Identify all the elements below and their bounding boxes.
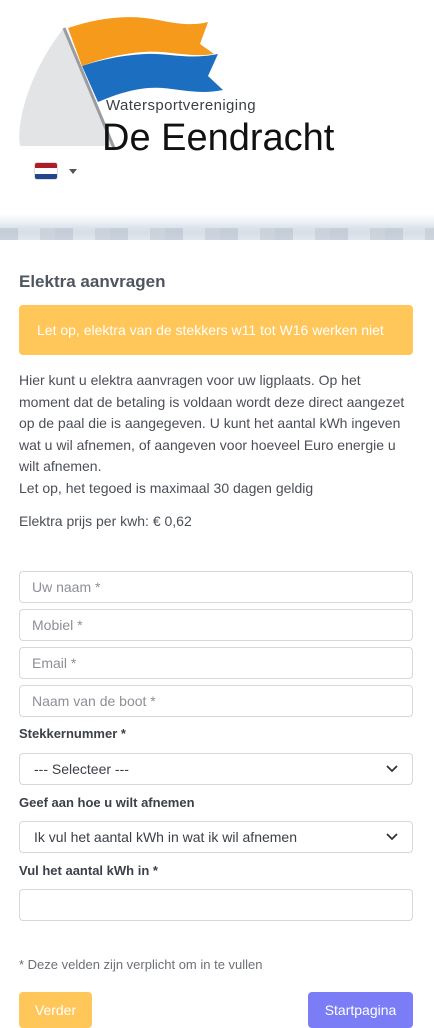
mobile-input[interactable] <box>19 609 413 641</box>
chevron-down-icon <box>386 765 398 773</box>
next-button[interactable]: Verder <box>19 992 92 1028</box>
validity-note: Let op, het tegoed is maximaal 30 dagen … <box>19 479 314 496</box>
page-title: Elektra aanvragen <box>19 272 166 291</box>
boat-name-input[interactable] <box>19 685 413 717</box>
mode-label: Geef aan hoe u wilt afnemen <box>19 795 195 810</box>
email-input[interactable] <box>19 647 413 679</box>
language-selector[interactable] <box>35 163 77 179</box>
intro-text: Hier kunt u elektra aanvragen voor uw li… <box>19 370 413 499</box>
warning-alert: Let op, elektra van de stekkers w11 tot … <box>19 305 413 355</box>
mode-select[interactable]: Ik vul het aantal kWh in wat ik wil afne… <box>19 821 413 853</box>
header-banner <box>0 214 434 240</box>
plug-select-value: --- Selecteer --- <box>34 761 129 777</box>
plug-select[interactable]: --- Selecteer --- <box>19 753 413 785</box>
mode-select-value: Ik vul het aantal kWh in wat ik wil afne… <box>34 829 298 845</box>
required-note: * Deze velden zijn verplicht om in te vu… <box>19 957 263 972</box>
main-content: Elektra aanvragen Let op, elektra van de… <box>19 272 413 529</box>
chevron-down-icon <box>386 833 398 841</box>
kwh-label: Vul het aantal kWh in * <box>19 863 158 878</box>
name-input[interactable] <box>19 571 413 603</box>
intro-paragraph: Hier kunt u elektra aanvragen voor uw li… <box>19 372 405 474</box>
home-button[interactable]: Startpagina <box>308 992 413 1028</box>
dutch-flag-icon <box>35 163 57 179</box>
kwh-input[interactable] <box>19 889 413 921</box>
plug-label: Stekkernummer * <box>19 726 126 741</box>
logo-graphic: Watersportvereniging De Eendracht <box>19 17 335 159</box>
logo-name: De Eendracht <box>102 117 335 159</box>
caret-down-icon <box>69 168 77 174</box>
club-logo[interactable]: Watersportvereniging De Eendracht <box>18 14 418 164</box>
logo-subtitle: Watersportvereniging <box>106 97 256 114</box>
price-text: Elektra prijs per kwh: € 0,62 <box>19 513 192 529</box>
